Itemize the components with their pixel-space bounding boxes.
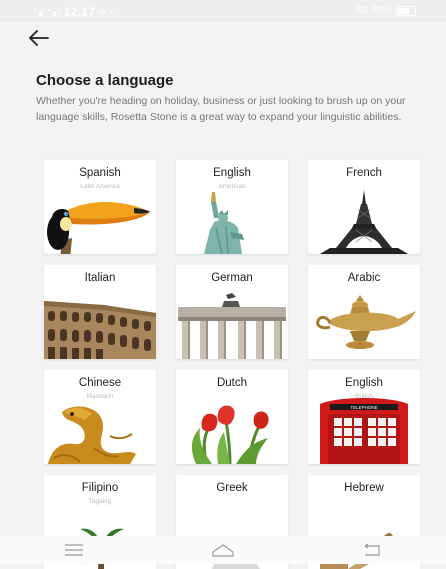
language-card-english-american[interactable]: English American [176, 160, 288, 254]
language-name: Arabic [347, 272, 381, 284]
menu-button[interactable] [54, 538, 94, 562]
language-card-french[interactable]: French [308, 160, 420, 254]
language-name: Filipino [81, 482, 119, 494]
language-name: English [213, 167, 251, 179]
carrier-signal-icon: "∎l [47, 8, 61, 19]
language-card-arabic[interactable]: Arabic [308, 265, 420, 359]
back-icon [364, 543, 380, 556]
system-nav-bar [0, 536, 446, 564]
phone-box-sign: TELEPHONE [350, 405, 377, 410]
network-indicator: 4G [354, 5, 368, 16]
telephone-box-image: TELEPHONE [320, 398, 408, 464]
oil-lamp-image [316, 295, 416, 349]
language-name: German [211, 272, 253, 284]
language-grid: Spanish Latin America English American F… [44, 160, 420, 569]
status-right: 4G 65% [355, 5, 416, 16]
status-icons: ⟳ ▫ [98, 8, 114, 19]
language-card-german[interactable]: German [176, 265, 288, 359]
home-button[interactable] [203, 538, 243, 562]
brandenburg-gate-image [178, 293, 286, 359]
colosseum-image [44, 301, 156, 359]
eiffel-tower-image [320, 190, 408, 254]
status-left: "∎ "∎l 12.17 ⟳ ▫ [34, 5, 114, 19]
menu-icon [65, 544, 84, 556]
language-card-italian[interactable]: Italian [44, 265, 156, 359]
dragon-image [48, 406, 136, 464]
language-card-spanish[interactable]: Spanish Latin America [44, 160, 156, 254]
home-icon [212, 544, 234, 557]
status-bar: "∎ "∎l 12.17 ⟳ ▫ 4G 65% [0, 0, 446, 22]
language-name: Greek [216, 482, 248, 494]
language-name: English [345, 377, 383, 389]
page-title: Choose a language [36, 72, 174, 89]
back-button[interactable] [27, 28, 51, 48]
status-time: 12.17 [63, 5, 96, 19]
arrow-left-icon [29, 30, 49, 46]
language-card-english-british[interactable]: English British TELEPHONE [308, 370, 420, 464]
page-description: Whether you're heading on holiday, busin… [36, 95, 406, 123]
language-name: Dutch [216, 377, 248, 389]
signal-icon: "∎ [34, 8, 45, 19]
language-name: Chinese [78, 377, 122, 389]
battery-percent: 65% [371, 5, 392, 16]
tulips-image [191, 405, 269, 464]
system-back-button[interactable] [352, 538, 392, 562]
language-card-chinese[interactable]: Chinese Mandarin [44, 370, 156, 464]
language-name: Italian [84, 272, 116, 284]
language-name: Hebrew [344, 482, 384, 494]
language-card-dutch[interactable]: Dutch [176, 370, 288, 464]
statue-of-liberty-image [204, 192, 244, 254]
language-name: French [346, 167, 382, 179]
battery-icon [396, 5, 416, 16]
language-name: Spanish [79, 167, 121, 179]
toucan-image [47, 201, 150, 254]
